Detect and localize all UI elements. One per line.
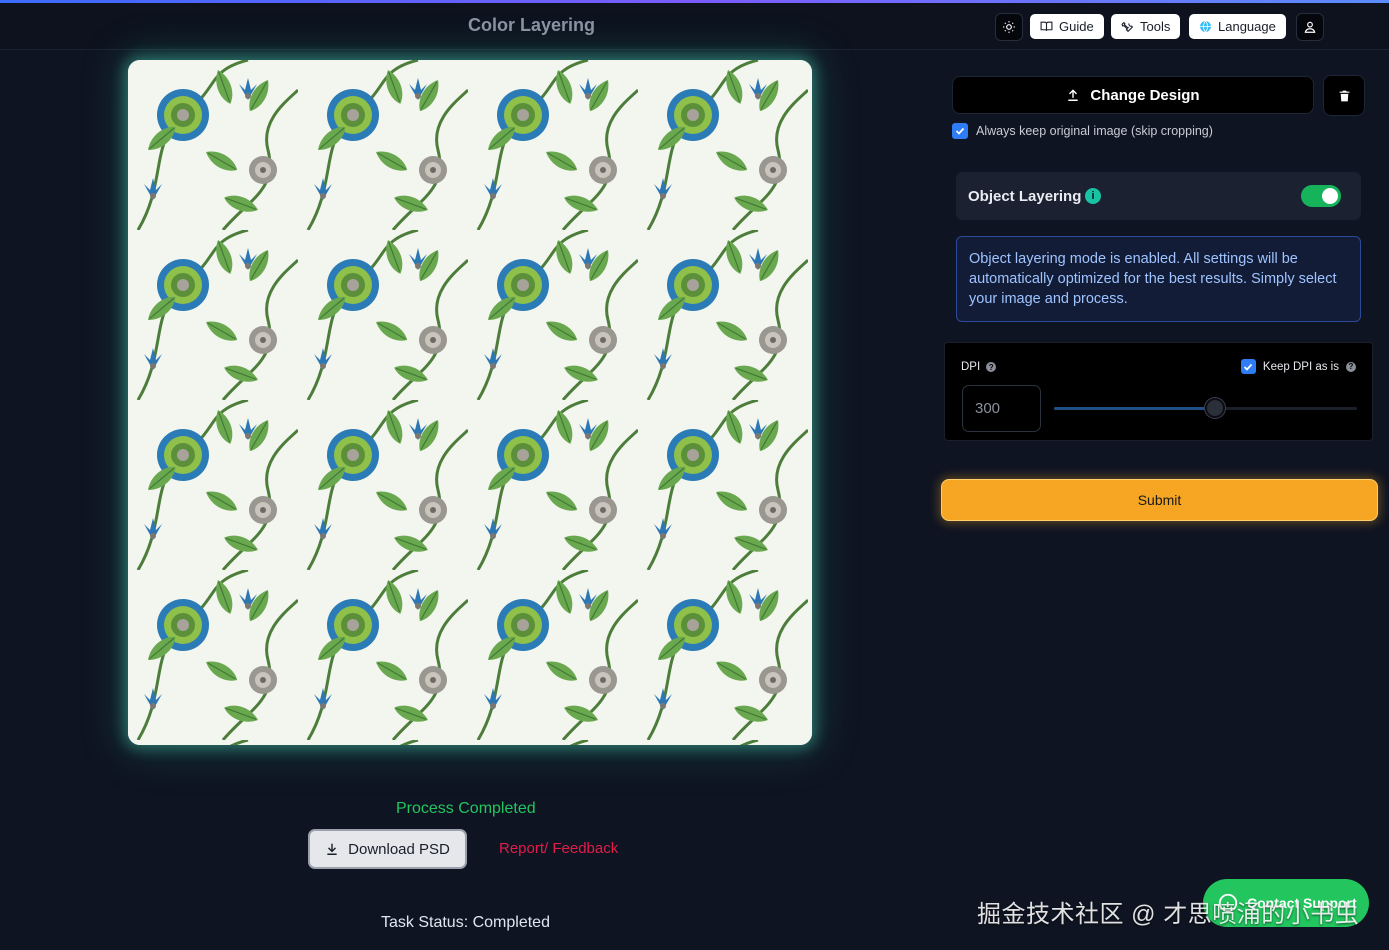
dpi-settings-card: DPI ? Keep DPI as is ? xyxy=(944,342,1373,441)
chat-icon xyxy=(1218,893,1238,913)
theme-toggle-button[interactable] xyxy=(995,13,1023,41)
help-icon[interactable]: ? xyxy=(1346,361,1356,372)
keep-dpi-checkbox[interactable] xyxy=(1240,359,1256,374)
download-label: Download PSD xyxy=(348,840,450,858)
dpi-input[interactable] xyxy=(962,385,1041,432)
sun-icon xyxy=(1003,21,1015,33)
info-icon[interactable]: i xyxy=(1085,188,1101,204)
trash-icon xyxy=(1339,90,1349,101)
help-icon[interactable]: ? xyxy=(986,362,997,372)
keep-original-option: Always keep original image (skip croppin… xyxy=(952,123,1213,139)
guide-label: Guide xyxy=(1059,19,1094,34)
object-layering-panel: Object Layering i xyxy=(956,172,1361,220)
change-design-label: Change Design xyxy=(1090,86,1200,104)
check-icon xyxy=(1244,363,1253,371)
tools-label: Tools xyxy=(1140,19,1171,34)
keep-original-label: Always keep original image (skip croppin… xyxy=(976,124,1213,138)
globe-icon xyxy=(1200,20,1211,33)
task-status: Task Status: Completed xyxy=(381,914,550,931)
language-button[interactable]: Language xyxy=(1189,14,1286,39)
process-status: Process Completed xyxy=(396,800,536,817)
dpi-label-row: DPI ? xyxy=(961,361,997,373)
keep-original-checkbox[interactable] xyxy=(952,123,968,139)
design-preview-image xyxy=(128,60,812,745)
tools-button[interactable]: Tools xyxy=(1111,14,1181,39)
app-header: Color Layering Guide Tools Language xyxy=(0,3,1389,50)
wrench-icon xyxy=(1121,22,1134,33)
book-icon xyxy=(1040,21,1053,31)
contact-support-label: Contact Support xyxy=(1247,895,1357,911)
object-layering-label: Object Layering xyxy=(968,188,1082,205)
user-account-button[interactable] xyxy=(1296,13,1324,41)
app-title: Color Layering xyxy=(468,15,596,35)
language-label: Language xyxy=(1218,19,1276,34)
upload-icon xyxy=(1068,89,1079,101)
report-feedback-link[interactable]: Report/ Feedback xyxy=(499,840,618,857)
user-icon xyxy=(1304,21,1316,33)
dpi-slider[interactable] xyxy=(1054,398,1357,418)
keep-dpi-label: Keep DPI as is xyxy=(1262,360,1339,373)
dpi-slider-handle[interactable] xyxy=(1204,398,1225,418)
change-design-button[interactable]: Change Design xyxy=(952,76,1314,114)
floral-pattern-image xyxy=(128,60,812,745)
toggle-knob xyxy=(1322,188,1338,204)
contact-support-button[interactable]: Contact Support xyxy=(1203,879,1369,927)
submit-button[interactable]: Submit xyxy=(941,479,1378,521)
check-icon xyxy=(955,127,965,135)
dpi-label: DPI xyxy=(961,361,981,373)
object-layering-toggle[interactable] xyxy=(1301,185,1341,207)
dpi-slider-fill xyxy=(1054,407,1215,410)
delete-design-button[interactable] xyxy=(1323,75,1365,116)
keep-dpi-option: Keep DPI as is ? xyxy=(1240,359,1356,374)
download-icon xyxy=(327,843,337,855)
download-psd-button[interactable]: Download PSD xyxy=(308,829,467,869)
object-layering-info-box: Object layering mode is enabled. All set… xyxy=(956,236,1361,322)
guide-button[interactable]: Guide xyxy=(1030,14,1104,39)
